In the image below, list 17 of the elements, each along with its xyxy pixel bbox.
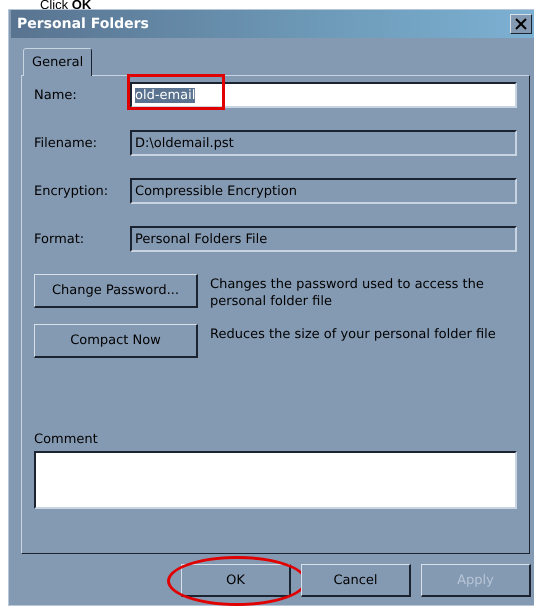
dialog-button[interactable]: Cancel — [301, 564, 411, 597]
action-description: Reduces the size of your personal folder file — [210, 326, 497, 343]
comment-field[interactable] — [34, 451, 517, 509]
action-description: Changes the password used to access the personal folder file — [210, 276, 485, 310]
field-label: Format: — [34, 232, 86, 246]
action-button[interactable]: Compact Now — [34, 324, 198, 358]
field-label: Name: — [34, 88, 78, 102]
window-title: Personal Folders — [17, 16, 149, 32]
field-label: Encryption: — [34, 184, 110, 198]
text-field[interactable]: old-email — [130, 82, 517, 108]
dialog-button[interactable]: OK — [181, 564, 291, 597]
close-icon — [515, 18, 527, 30]
comment-label: Comment — [34, 432, 99, 447]
tab[interactable]: General — [23, 48, 92, 76]
field-label: Filename: — [34, 136, 98, 150]
close-button[interactable] — [510, 14, 532, 34]
action-button[interactable]: Change Password... — [34, 274, 198, 308]
